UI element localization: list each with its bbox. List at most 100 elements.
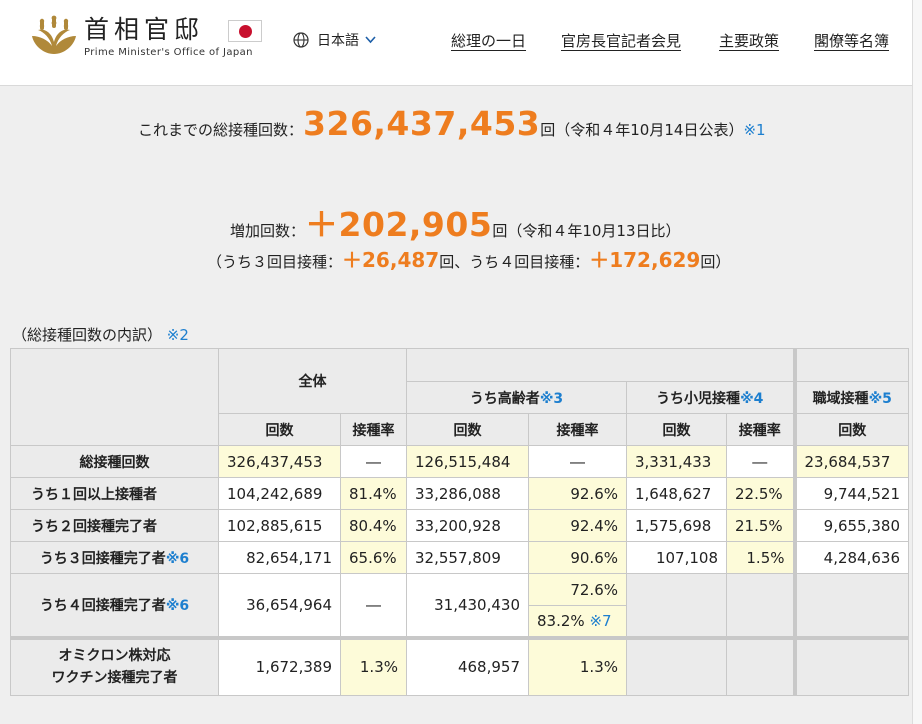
empty-cell (794, 573, 909, 638)
third-dose-increase: ＋26,487 (342, 248, 440, 272)
subheader-count: 回数 (218, 413, 341, 446)
cell-rate: 22.5% (726, 477, 797, 510)
vaccination-table: 全体 うち高齢者※3 うち小児接種※4 職域接種※5 回数 接種率 回数 接種率… (10, 348, 909, 696)
table-row: うち４回接種完了者※6 36,654,964 ― 31,430,430 72.6… (10, 573, 909, 638)
note-link-2[interactable]: ※2 (167, 326, 189, 344)
table-row: オミクロン株対応 ワクチン接種完了者 1,672,389 1.3% 468,95… (10, 635, 909, 696)
table-row: うち３回接種完了者※6 82,654,171 65.6% 32,557,809 … (10, 541, 909, 574)
subheader-rate: 接種率 (726, 413, 797, 446)
breakdown-label: （総接種回数の内訳） (12, 326, 163, 344)
cell-count: 4,284,636 (794, 541, 909, 574)
scrollbar[interactable] (912, 0, 922, 724)
increase-unit: 回 (492, 222, 508, 240)
empty-cell (626, 573, 727, 638)
row-label: オミクロン株対応 ワクチン接種完了者 (10, 635, 219, 696)
cell-rate: 81.4% (340, 477, 407, 510)
third-dose-label: （うち３回目接種： (207, 253, 343, 271)
cell-rate: ― (528, 445, 627, 478)
site-header: 首相官邸 Prime Minister's Office of Japan 日本… (0, 0, 922, 86)
row-label: 総接種回数 (10, 445, 219, 478)
row-label-line: オミクロン株対応 (58, 648, 171, 665)
note-link-1[interactable]: ※1 (743, 121, 765, 139)
cell-count: 104,242,689 (218, 477, 341, 510)
cell-rate: 72.6% (528, 573, 627, 606)
header-elderly: うち高齢者※3 (406, 381, 627, 414)
cell-rate: 92.4% (528, 509, 627, 542)
increase-date-note: （令和４年10月13日比） (507, 222, 681, 240)
cell-rate: 90.6% (528, 541, 627, 574)
subheader-count: 回数 (406, 413, 529, 446)
subheader-rate: 接種率 (340, 413, 407, 446)
row-label-line: ワクチン接種完了者 (51, 670, 178, 687)
total-date-note: （令和４年10月14日公表） (555, 121, 744, 139)
cell-rate: 21.5% (726, 509, 797, 542)
cell-count: 468,957 (406, 635, 529, 696)
site-logo[interactable]: 首相官邸 Prime Minister's Office of Japan (30, 14, 253, 58)
increase-line: 増加回数： ＋202,905 回 （令和４年10月13日比） (230, 198, 681, 246)
cell-count: 1,672,389 (218, 635, 341, 696)
fourth-dose-increase: ＋172,629 (589, 248, 701, 272)
cell-count: 23,684,537 (794, 445, 909, 478)
total-unit: 回 (540, 121, 556, 139)
paulownia-crest-icon (32, 15, 76, 54)
subheader-count: 回数 (794, 413, 909, 446)
increase-value: ＋202,905 (305, 205, 493, 244)
globe-icon (293, 32, 309, 48)
cell-rate: 83.2% ※7 (528, 605, 627, 638)
cell-count: 82,654,171 (218, 541, 341, 574)
header-workplace: 職域接種※5 (794, 381, 909, 414)
breakdown-close: 回） (700, 253, 731, 271)
nav-major-policies[interactable]: 主要政策 (719, 30, 779, 51)
nav-press-conference[interactable]: 官房長官記者会見 (561, 30, 681, 51)
cell-count: 326,437,453 (218, 445, 341, 478)
cell-rate: 65.6% (340, 541, 407, 574)
increase-breakdown-line: （うち３回目接種： ＋26,487 回、うち４回目接種： ＋172,629 回） (207, 244, 730, 273)
cell-count: 33,286,088 (406, 477, 529, 510)
cell-count: 126,515,484 (406, 445, 529, 478)
cell-rate: ― (340, 445, 407, 478)
nav-cabinet-list[interactable]: 閣僚等名簿 (814, 30, 889, 51)
row-label: うち３回接種完了者※6 (10, 541, 219, 574)
table-row: うち１回以上接種者 104,242,689 81.4% 33,286,088 9… (10, 477, 909, 510)
fourth-dose-label: 回、うち４回目接種： (439, 253, 590, 271)
total-label: これまでの総接種回数： (138, 121, 304, 139)
table-header-row: 全体 (10, 348, 909, 446)
cell-count: 36,654,964 (218, 573, 341, 638)
header-corner (10, 348, 219, 446)
cell-rate: ― (340, 573, 407, 638)
subheader-rate: 接種率 (528, 413, 627, 446)
language-selector[interactable]: 日本語 (293, 30, 384, 50)
note-link-5[interactable]: ※5 (869, 391, 892, 407)
language-label: 日本語 (317, 33, 359, 49)
row-label: うち４回接種完了者※6 (10, 573, 219, 638)
japan-flag-icon (228, 20, 262, 42)
note-link-6[interactable]: ※6 (166, 551, 189, 567)
total-value: 326,437,453 (303, 104, 541, 143)
cell-count: 1,575,698 (626, 509, 727, 542)
cell-rate: ― (726, 445, 797, 478)
note-link-4[interactable]: ※4 (740, 391, 763, 407)
nav-prime-minister-day[interactable]: 総理の一日 (451, 30, 526, 51)
cell-count: 3,331,433 (626, 445, 727, 478)
empty-cell (626, 635, 727, 696)
note-link-6b[interactable]: ※6 (166, 598, 189, 614)
cell-count: 9,655,380 (794, 509, 909, 542)
note-link-3[interactable]: ※3 (540, 391, 563, 407)
cell-count: 102,885,615 (218, 509, 341, 542)
header-child: うち小児接種※4 (626, 381, 797, 414)
logo-subtitle: Prime Minister's Office of Japan (84, 46, 253, 58)
table-row: うち２回接種完了者 102,885,615 80.4% 33,200,928 9… (10, 509, 909, 542)
row-label: うち１回以上接種者 (10, 477, 219, 510)
table-row: 総接種回数 326,437,453 ― 126,515,484 ― 3,331,… (10, 445, 909, 478)
cell-rate: 1.5% (726, 541, 797, 574)
cell-count: 9,744,521 (794, 477, 909, 510)
cell-rate: 80.4% (340, 509, 407, 542)
cell-count: 1,648,627 (626, 477, 727, 510)
increase-label: 増加回数： (230, 222, 306, 240)
cell-count: 32,557,809 (406, 541, 529, 574)
empty-cell (726, 635, 797, 696)
header-spacer (406, 348, 797, 382)
subheader-count: 回数 (626, 413, 727, 446)
cell-rate: 92.6% (528, 477, 627, 510)
note-link-7[interactable]: ※7 (589, 612, 611, 630)
